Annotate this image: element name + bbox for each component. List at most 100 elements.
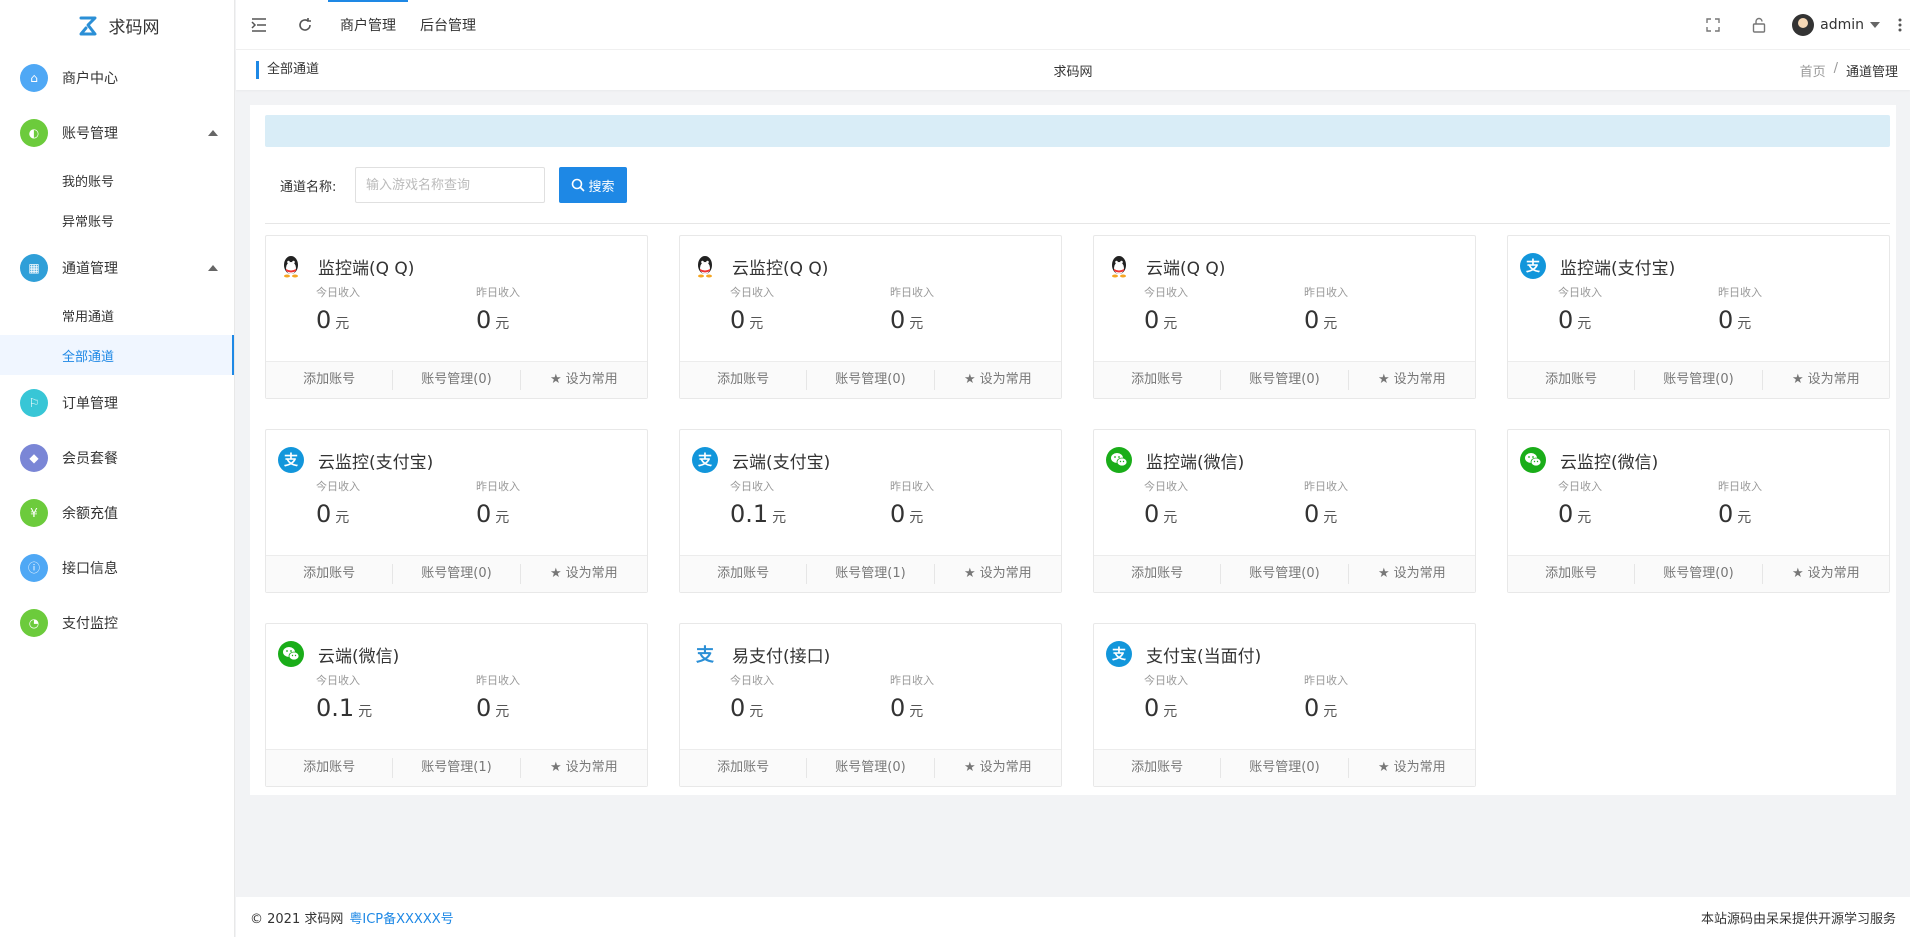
add-account-button[interactable]: 添加账号 <box>1094 564 1222 584</box>
sidebar-item-4[interactable]: ◆ 会员套餐 <box>0 430 234 485</box>
set-favorite-label: 设为常用 <box>979 372 1032 387</box>
sidebar-item-2[interactable]: ▦ 通道管理 <box>0 240 234 295</box>
star-icon: ★ <box>1377 566 1390 581</box>
stat-label: 昨日收入 <box>476 286 520 299</box>
menu-toggle-button[interactable] <box>236 0 282 50</box>
add-account-button[interactable]: 添加账号 <box>680 370 808 390</box>
set-favorite-button[interactable]: ★ 设为常用 <box>1349 758 1475 778</box>
stat-label: 今日收入 <box>316 674 360 687</box>
manage-accounts-button[interactable]: 账号管理(1) <box>393 758 521 778</box>
today-income: 0 <box>730 306 746 334</box>
set-favorite-button[interactable]: ★ 设为常用 <box>1763 564 1889 584</box>
notice-bar <box>265 115 1890 147</box>
currency-unit: 元 <box>495 704 510 720</box>
sidebar-subitem-1-1[interactable]: 异常账号 <box>0 200 234 240</box>
add-account-button[interactable]: 添加账号 <box>680 564 808 584</box>
sidebar-item-label: 商户中心 <box>62 70 118 87</box>
set-favorite-button[interactable]: ★ 设为常用 <box>1349 564 1475 584</box>
set-favorite-button[interactable]: ★ 设为常用 <box>935 564 1061 584</box>
set-favorite-button[interactable]: ★ 设为常用 <box>521 758 647 778</box>
manage-accounts-button[interactable]: 账号管理(0) <box>1221 370 1349 390</box>
star-icon: ★ <box>1791 566 1804 581</box>
card-header: 监控端(微信) <box>1094 430 1475 474</box>
set-favorite-button[interactable]: ★ 设为常用 <box>1763 370 1889 390</box>
add-account-button[interactable]: 添加账号 <box>1508 564 1636 584</box>
search-button[interactable]: 搜索 <box>559 167 627 203</box>
stat-label: 昨日收入 <box>476 480 520 493</box>
add-account-button[interactable]: 添加账号 <box>266 370 394 390</box>
card-stats: 今日收入 0元 昨日收入 0元 <box>1094 284 1475 334</box>
manage-accounts-button[interactable]: 账号管理(0) <box>807 758 935 778</box>
lock-button[interactable] <box>1736 0 1782 50</box>
tab-merchant[interactable]: 商户管理 <box>328 0 408 50</box>
icp-link[interactable]: 粤ICP备XXXXX号 <box>349 908 453 927</box>
sidebar-subitem-2-1[interactable]: 全部通道 <box>0 335 234 375</box>
sidebar-item-0[interactable]: ⌂ 商户中心 <box>0 50 234 105</box>
refresh-button[interactable] <box>282 0 328 50</box>
manage-accounts-button[interactable]: 账号管理(0) <box>1221 564 1349 584</box>
fullscreen-icon <box>1706 17 1720 32</box>
user-icon: ◐ <box>20 118 48 147</box>
set-favorite-button[interactable]: ★ 设为常用 <box>521 564 647 584</box>
tab-admin[interactable]: 后台管理 <box>408 0 488 50</box>
set-favorite-button[interactable]: ★ 设为常用 <box>935 370 1061 390</box>
sidebar-subitem-2-0[interactable]: 常用通道 <box>0 295 234 335</box>
manage-accounts-button[interactable]: 账号管理(1) <box>807 564 935 584</box>
currency-unit: 元 <box>1163 704 1178 720</box>
stat-yesterday: 昨日收入 0元 <box>476 478 636 528</box>
sidebar-subitem-1-0[interactable]: 我的账号 <box>0 160 234 200</box>
currency-unit: 元 <box>772 510 787 526</box>
stat-value-wrap: 0元 <box>890 306 1050 334</box>
manage-accounts-button[interactable]: 账号管理(0) <box>393 370 521 390</box>
breadcrumb: 首页 / 通道管理 <box>1800 61 1898 80</box>
channel-grid: 监控端(Q Q) 今日收入 0元 昨日收入 0元 添加账号 账号管理(0) ★ 设… <box>265 235 1895 787</box>
card-stats: 今日收入 0元 昨日收入 0元 <box>1508 478 1889 528</box>
user-menu[interactable]: admin <box>1782 13 1890 36</box>
currency-unit: 元 <box>909 704 924 720</box>
footer: © 2021 求码网 粤ICP备XXXXX号 本站源码由呆呆提供开源学习服务 <box>236 897 1910 937</box>
stat-today: 今日收入 0元 <box>1144 284 1304 334</box>
manage-accounts-button[interactable]: 账号管理(0) <box>393 564 521 584</box>
add-account-button[interactable]: 添加账号 <box>266 564 394 584</box>
chevron-up-icon <box>208 129 218 136</box>
manage-accounts-button[interactable]: 账号管理(0) <box>807 370 935 390</box>
card-actions: 添加账号 账号管理(0) ★ 设为常用 <box>1508 555 1889 592</box>
channel-name: 云监控(Q Q) <box>732 258 829 279</box>
stat-label: 今日收入 <box>730 674 774 687</box>
search-input[interactable] <box>355 167 545 203</box>
more-button[interactable] <box>1890 0 1910 50</box>
channel-icon: ▦ <box>20 253 48 282</box>
footer-note: 本站源码由呆呆提供开源学习服务 <box>1700 911 1896 927</box>
sidebar-item-3[interactable]: ⚐ 订单管理 <box>0 375 234 430</box>
currency-unit: 元 <box>358 704 373 720</box>
currency-unit: 元 <box>909 510 924 526</box>
sidebar-item-7[interactable]: ◔ 支付监控 <box>0 595 234 650</box>
add-account-button[interactable]: 添加账号 <box>1094 370 1222 390</box>
stat-yesterday: 昨日收入 0元 <box>476 672 636 722</box>
sidebar-item-6[interactable]: ⓘ 接口信息 <box>0 540 234 595</box>
logo[interactable]: 求码网 <box>0 0 234 50</box>
stat-label: 今日收入 <box>1144 286 1188 299</box>
sidebar-item-1[interactable]: ◐ 账号管理 <box>0 105 234 160</box>
breadcrumb-bar: 全部通道 求码网 首页 / 通道管理 <box>236 50 1910 90</box>
epay-icon: 支 <box>692 641 718 667</box>
cart-icon: ⚐ <box>20 388 48 417</box>
sidebar-item-5[interactable]: ¥ 余额充值 <box>0 485 234 540</box>
fullscreen-button[interactable] <box>1690 0 1736 50</box>
add-account-button[interactable]: 添加账号 <box>266 758 394 778</box>
add-account-button[interactable]: 添加账号 <box>1094 758 1222 778</box>
manage-accounts-button[interactable]: 账号管理(0) <box>1221 758 1349 778</box>
set-favorite-button[interactable]: ★ 设为常用 <box>935 758 1061 778</box>
manage-accounts-button[interactable]: 账号管理(0) <box>1635 370 1763 390</box>
manage-accounts-button[interactable]: 账号管理(0) <box>1635 564 1763 584</box>
site-name: 求码网 <box>1053 64 1093 80</box>
add-account-button[interactable]: 添加账号 <box>680 758 808 778</box>
breadcrumb-home[interactable]: 首页 <box>1800 61 1826 80</box>
stat-label: 昨日收入 <box>1718 286 1762 299</box>
breadcrumb-separator: / <box>1833 60 1838 76</box>
set-favorite-button[interactable]: ★ 设为常用 <box>1349 370 1475 390</box>
card-actions: 添加账号 账号管理(0) ★ 设为常用 <box>266 555 647 592</box>
set-favorite-button[interactable]: ★ 设为常用 <box>521 370 647 390</box>
stat-value-wrap: 0元 <box>1304 694 1464 722</box>
add-account-button[interactable]: 添加账号 <box>1508 370 1636 390</box>
